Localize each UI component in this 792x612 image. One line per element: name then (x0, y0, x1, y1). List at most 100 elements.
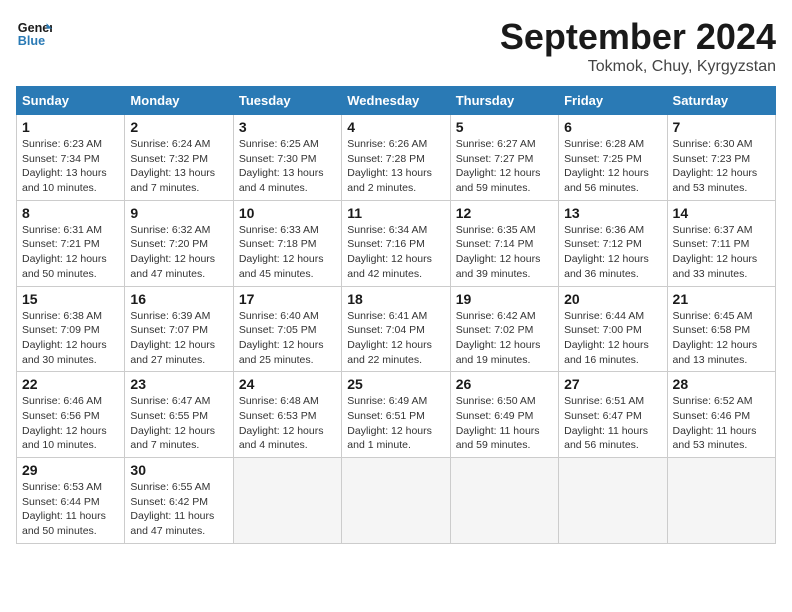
day-number: 8 (22, 205, 119, 221)
day-info: Sunrise: 6:44 AM Sunset: 7:00 PM Dayligh… (564, 309, 661, 368)
day-info: Sunrise: 6:48 AM Sunset: 6:53 PM Dayligh… (239, 394, 336, 453)
day-info: Sunrise: 6:24 AM Sunset: 7:32 PM Dayligh… (130, 137, 227, 196)
month-title: September 2024 (500, 16, 776, 58)
day-info: Sunrise: 6:38 AM Sunset: 7:09 PM Dayligh… (22, 309, 119, 368)
day-info: Sunrise: 6:55 AM Sunset: 6:42 PM Dayligh… (130, 480, 227, 539)
calendar-day-cell (450, 458, 558, 544)
calendar-day-cell: 27 Sunrise: 6:51 AM Sunset: 6:47 PM Dayl… (559, 372, 667, 458)
day-number: 24 (239, 376, 336, 392)
day-number: 30 (130, 462, 227, 478)
calendar-day-cell (667, 458, 775, 544)
day-number: 12 (456, 205, 553, 221)
calendar-day-cell: 28 Sunrise: 6:52 AM Sunset: 6:46 PM Dayl… (667, 372, 775, 458)
day-number: 27 (564, 376, 661, 392)
header-friday: Friday (559, 87, 667, 115)
day-info: Sunrise: 6:25 AM Sunset: 7:30 PM Dayligh… (239, 137, 336, 196)
calendar-day-cell: 6 Sunrise: 6:28 AM Sunset: 7:25 PM Dayli… (559, 115, 667, 201)
day-number: 6 (564, 119, 661, 135)
calendar-week-row: 1 Sunrise: 6:23 AM Sunset: 7:34 PM Dayli… (17, 115, 776, 201)
day-number: 26 (456, 376, 553, 392)
day-number: 16 (130, 291, 227, 307)
day-info: Sunrise: 6:33 AM Sunset: 7:18 PM Dayligh… (239, 223, 336, 282)
day-info: Sunrise: 6:49 AM Sunset: 6:51 PM Dayligh… (347, 394, 444, 453)
day-info: Sunrise: 6:31 AM Sunset: 7:21 PM Dayligh… (22, 223, 119, 282)
header-monday: Monday (125, 87, 233, 115)
day-number: 3 (239, 119, 336, 135)
day-number: 5 (456, 119, 553, 135)
day-info: Sunrise: 6:27 AM Sunset: 7:27 PM Dayligh… (456, 137, 553, 196)
calendar-day-cell: 3 Sunrise: 6:25 AM Sunset: 7:30 PM Dayli… (233, 115, 341, 201)
header-saturday: Saturday (667, 87, 775, 115)
day-number: 11 (347, 205, 444, 221)
day-number: 18 (347, 291, 444, 307)
calendar-day-cell: 17 Sunrise: 6:40 AM Sunset: 7:05 PM Dayl… (233, 286, 341, 372)
header-tuesday: Tuesday (233, 87, 341, 115)
day-info: Sunrise: 6:53 AM Sunset: 6:44 PM Dayligh… (22, 480, 119, 539)
calendar-day-cell: 30 Sunrise: 6:55 AM Sunset: 6:42 PM Dayl… (125, 458, 233, 544)
day-info: Sunrise: 6:51 AM Sunset: 6:47 PM Dayligh… (564, 394, 661, 453)
day-number: 14 (673, 205, 770, 221)
calendar-day-cell: 15 Sunrise: 6:38 AM Sunset: 7:09 PM Dayl… (17, 286, 125, 372)
header-thursday: Thursday (450, 87, 558, 115)
day-info: Sunrise: 6:50 AM Sunset: 6:49 PM Dayligh… (456, 394, 553, 453)
day-info: Sunrise: 6:45 AM Sunset: 6:58 PM Dayligh… (673, 309, 770, 368)
calendar-day-cell: 23 Sunrise: 6:47 AM Sunset: 6:55 PM Dayl… (125, 372, 233, 458)
calendar-day-cell: 25 Sunrise: 6:49 AM Sunset: 6:51 PM Dayl… (342, 372, 450, 458)
calendar-day-cell: 4 Sunrise: 6:26 AM Sunset: 7:28 PM Dayli… (342, 115, 450, 201)
calendar-day-cell: 18 Sunrise: 6:41 AM Sunset: 7:04 PM Dayl… (342, 286, 450, 372)
calendar-week-row: 15 Sunrise: 6:38 AM Sunset: 7:09 PM Dayl… (17, 286, 776, 372)
day-number: 9 (130, 205, 227, 221)
day-info: Sunrise: 6:30 AM Sunset: 7:23 PM Dayligh… (673, 137, 770, 196)
day-info: Sunrise: 6:36 AM Sunset: 7:12 PM Dayligh… (564, 223, 661, 282)
calendar-day-cell: 2 Sunrise: 6:24 AM Sunset: 7:32 PM Dayli… (125, 115, 233, 201)
day-number: 10 (239, 205, 336, 221)
location: Tokmok, Chuy, Kyrgyzstan (500, 58, 776, 76)
calendar-day-cell: 11 Sunrise: 6:34 AM Sunset: 7:16 PM Dayl… (342, 200, 450, 286)
calendar-day-cell: 16 Sunrise: 6:39 AM Sunset: 7:07 PM Dayl… (125, 286, 233, 372)
day-number: 19 (456, 291, 553, 307)
day-number: 20 (564, 291, 661, 307)
logo-icon: General Blue (16, 16, 52, 52)
calendar-day-cell: 12 Sunrise: 6:35 AM Sunset: 7:14 PM Dayl… (450, 200, 558, 286)
calendar-day-cell: 10 Sunrise: 6:33 AM Sunset: 7:18 PM Dayl… (233, 200, 341, 286)
day-info: Sunrise: 6:35 AM Sunset: 7:14 PM Dayligh… (456, 223, 553, 282)
day-info: Sunrise: 6:40 AM Sunset: 7:05 PM Dayligh… (239, 309, 336, 368)
calendar-day-cell: 29 Sunrise: 6:53 AM Sunset: 6:44 PM Dayl… (17, 458, 125, 544)
day-number: 28 (673, 376, 770, 392)
day-info: Sunrise: 6:52 AM Sunset: 6:46 PM Dayligh… (673, 394, 770, 453)
calendar-day-cell: 20 Sunrise: 6:44 AM Sunset: 7:00 PM Dayl… (559, 286, 667, 372)
day-number: 21 (673, 291, 770, 307)
day-info: Sunrise: 6:26 AM Sunset: 7:28 PM Dayligh… (347, 137, 444, 196)
calendar-week-row: 29 Sunrise: 6:53 AM Sunset: 6:44 PM Dayl… (17, 458, 776, 544)
logo: General Blue (16, 16, 52, 52)
day-info: Sunrise: 6:32 AM Sunset: 7:20 PM Dayligh… (130, 223, 227, 282)
calendar-day-cell: 26 Sunrise: 6:50 AM Sunset: 6:49 PM Dayl… (450, 372, 558, 458)
svg-text:Blue: Blue (18, 34, 45, 48)
day-info: Sunrise: 6:47 AM Sunset: 6:55 PM Dayligh… (130, 394, 227, 453)
calendar-day-cell: 24 Sunrise: 6:48 AM Sunset: 6:53 PM Dayl… (233, 372, 341, 458)
calendar-day-cell: 5 Sunrise: 6:27 AM Sunset: 7:27 PM Dayli… (450, 115, 558, 201)
day-number: 2 (130, 119, 227, 135)
calendar: Sunday Monday Tuesday Wednesday Thursday… (16, 86, 776, 544)
calendar-day-cell: 1 Sunrise: 6:23 AM Sunset: 7:34 PM Dayli… (17, 115, 125, 201)
day-number: 23 (130, 376, 227, 392)
calendar-day-cell: 14 Sunrise: 6:37 AM Sunset: 7:11 PM Dayl… (667, 200, 775, 286)
header: General Blue September 2024 Tokmok, Chuy… (16, 16, 776, 76)
calendar-day-cell: 9 Sunrise: 6:32 AM Sunset: 7:20 PM Dayli… (125, 200, 233, 286)
calendar-day-cell: 13 Sunrise: 6:36 AM Sunset: 7:12 PM Dayl… (559, 200, 667, 286)
day-number: 7 (673, 119, 770, 135)
day-number: 4 (347, 119, 444, 135)
title-area: September 2024 Tokmok, Chuy, Kyrgyzstan (500, 16, 776, 76)
calendar-day-cell (342, 458, 450, 544)
day-info: Sunrise: 6:34 AM Sunset: 7:16 PM Dayligh… (347, 223, 444, 282)
day-info: Sunrise: 6:42 AM Sunset: 7:02 PM Dayligh… (456, 309, 553, 368)
calendar-week-row: 8 Sunrise: 6:31 AM Sunset: 7:21 PM Dayli… (17, 200, 776, 286)
day-number: 22 (22, 376, 119, 392)
calendar-day-cell (559, 458, 667, 544)
day-number: 29 (22, 462, 119, 478)
day-info: Sunrise: 6:46 AM Sunset: 6:56 PM Dayligh… (22, 394, 119, 453)
calendar-day-cell (233, 458, 341, 544)
day-info: Sunrise: 6:37 AM Sunset: 7:11 PM Dayligh… (673, 223, 770, 282)
day-number: 13 (564, 205, 661, 221)
calendar-day-cell: 19 Sunrise: 6:42 AM Sunset: 7:02 PM Dayl… (450, 286, 558, 372)
